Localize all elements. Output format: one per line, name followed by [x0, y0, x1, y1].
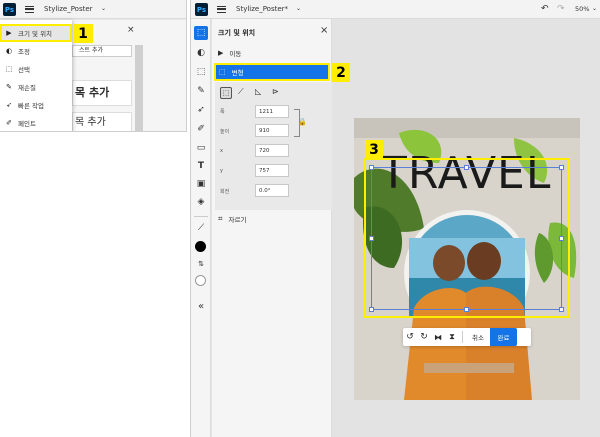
- menu-item-quick-actions[interactable]: ➶ 빠른 작업: [0, 96, 72, 114]
- cancel-button[interactable]: 취소: [466, 332, 490, 342]
- x-field[interactable]: 720: [255, 144, 289, 157]
- toolbar: ⬚ ◐ ⬚ ✎ ➶ ✐ ▭ T ▣ ◈ ⟋ ⇅ «: [191, 19, 211, 437]
- move-icon: ▶: [218, 49, 224, 57]
- undo-icon[interactable]: ↶: [541, 4, 549, 14]
- flip-vertical-icon[interactable]: ⧗: [445, 332, 459, 342]
- step-badge-1: 1: [73, 24, 93, 43]
- file-name[interactable]: Stylize_Poster: [44, 5, 93, 13]
- menu-item-label: 빠른 작업: [18, 102, 44, 110]
- distort-icon[interactable]: ◺: [255, 87, 261, 96]
- crop-option[interactable]: ⌗ 자르기: [218, 212, 328, 226]
- top-bar: Ps Stylize_Poster* ⌄ ↶ ↷ 50% ⌄: [191, 0, 600, 19]
- text-tool-icon[interactable]: T: [194, 159, 208, 173]
- divider: [462, 331, 463, 343]
- crop-icon: ⌗: [218, 214, 223, 223]
- properties-panel: 크기 및 위치 × ▶ 이동 ⬚ 변형 ⬚ ⟋ ◺ ⊳ 폭 1211 높이 91…: [212, 19, 332, 437]
- ps-logo[interactable]: Ps: [3, 3, 16, 16]
- chevron-down-icon[interactable]: ⌄: [592, 5, 597, 12]
- step-badge-2: 2: [332, 63, 350, 82]
- collapse-icon[interactable]: «: [194, 299, 208, 313]
- transform-settings: ⬚ ⟋ ◺ ⊳ 폭 1211 높이 910 🔒 x 720 y 757 회전 0…: [215, 82, 332, 210]
- rotation-label: 회전: [220, 189, 230, 195]
- highlight-box-3: [364, 158, 570, 318]
- menu-item-label: 페인트: [18, 120, 36, 128]
- close-icon[interactable]: ×: [127, 25, 135, 35]
- step-badge-3: 3: [365, 140, 383, 159]
- swap-colors-icon[interactable]: ⇅: [194, 257, 208, 271]
- brush-tool-icon[interactable]: ✐: [194, 122, 208, 136]
- y-label: y: [220, 168, 223, 174]
- paint-icon: ✐: [6, 119, 12, 127]
- bg-input[interactable]: 스트 추가: [72, 45, 132, 57]
- select-icon: ⬚: [5, 65, 13, 73]
- bg-heading-2[interactable]: 목 추가: [72, 112, 132, 131]
- menu-icon[interactable]: [217, 6, 226, 13]
- rotate-right-icon[interactable]: ↻: [417, 332, 431, 342]
- menu-item-retouch[interactable]: ✎ 재손질: [0, 78, 72, 96]
- file-name[interactable]: Stylize_Poster*: [236, 5, 288, 13]
- zoom-level[interactable]: 50%: [575, 5, 589, 13]
- y-field[interactable]: 757: [255, 164, 289, 177]
- chevron-down-icon[interactable]: ⌄: [101, 5, 106, 12]
- highlight-box-1: [0, 24, 72, 42]
- perspective-icon[interactable]: ⊳: [272, 87, 279, 96]
- fill-tool-icon[interactable]: ◈: [194, 195, 208, 209]
- top-bar: Ps Stylize_Poster ⌄: [0, 0, 186, 19]
- menu-item-paint[interactable]: ✐ 페인트: [0, 114, 72, 131]
- flip-horizontal-icon[interactable]: ⧓: [431, 333, 445, 342]
- bg-heading-1[interactable]: 목 추가: [72, 80, 132, 106]
- x-label: x: [220, 148, 223, 154]
- menu-item-label: 선택: [18, 66, 30, 74]
- menu-item-label: 조정: [18, 48, 30, 56]
- rotate-left-icon[interactable]: ↺: [403, 332, 417, 342]
- retouch-tool-icon[interactable]: ✎: [194, 84, 208, 98]
- right-screenshot: Ps Stylize_Poster* ⌄ ↶ ↷ 50% ⌄ ⬚ ◐ ⬚ ✎ ➶…: [190, 0, 600, 437]
- foreground-color-swatch[interactable]: [195, 241, 206, 252]
- image-tool-icon[interactable]: ▣: [194, 177, 208, 191]
- divider: [194, 216, 208, 217]
- scrollbar[interactable]: [135, 45, 143, 131]
- rotation-field[interactable]: 0.0°: [255, 184, 289, 197]
- move-option[interactable]: ▶ 이동: [218, 46, 334, 60]
- crop-label: 자르기: [228, 216, 247, 224]
- menu-item-label: 재손질: [18, 84, 36, 92]
- height-field[interactable]: 910: [255, 124, 289, 137]
- adjust-icon: ◐: [5, 47, 13, 55]
- eyedropper-icon[interactable]: ⟋: [194, 221, 208, 235]
- quick-action-icon: ➶: [6, 101, 12, 109]
- done-button[interactable]: 완료: [490, 328, 517, 346]
- ps-logo[interactable]: Ps: [195, 3, 208, 16]
- skew-icon[interactable]: ⟋: [238, 87, 244, 97]
- background-color-swatch[interactable]: [195, 275, 206, 286]
- menu-item-select[interactable]: ⬚ 선택: [0, 60, 72, 78]
- left-screenshot: Ps Stylize_Poster ⌄ × 스트 추가 목 추가 목 추가 ▶ …: [0, 0, 187, 132]
- panel-title: 크기 및 위치: [218, 29, 256, 37]
- free-transform-icon[interactable]: ⬚: [220, 87, 232, 99]
- menu-item-adjust[interactable]: ◐ 조정: [0, 42, 72, 60]
- adjust-tool-icon[interactable]: ◐: [194, 46, 208, 60]
- height-label: 높이: [220, 129, 230, 135]
- move-label: 이동: [229, 50, 242, 58]
- retouch-icon: ✎: [6, 83, 12, 91]
- menu-icon[interactable]: [25, 6, 34, 13]
- quick-action-tool-icon[interactable]: ➶: [194, 103, 208, 117]
- chevron-down-icon[interactable]: ⌄: [296, 5, 301, 12]
- transform-action-bar: ↺ ↻ ⧓ ⧗ 취소 완료: [403, 328, 531, 346]
- select-tool-icon[interactable]: ⬚: [194, 65, 208, 79]
- rectangle-tool-icon[interactable]: ▭: [194, 141, 208, 155]
- width-field[interactable]: 1211: [255, 105, 289, 118]
- highlight-box-2: [214, 63, 330, 81]
- transform-tool-icon[interactable]: ⬚: [194, 26, 208, 40]
- redo-icon[interactable]: ↷: [557, 4, 565, 14]
- close-icon[interactable]: ×: [320, 25, 328, 36]
- lock-icon[interactable]: 🔒: [298, 118, 307, 126]
- width-label: 폭: [220, 109, 225, 115]
